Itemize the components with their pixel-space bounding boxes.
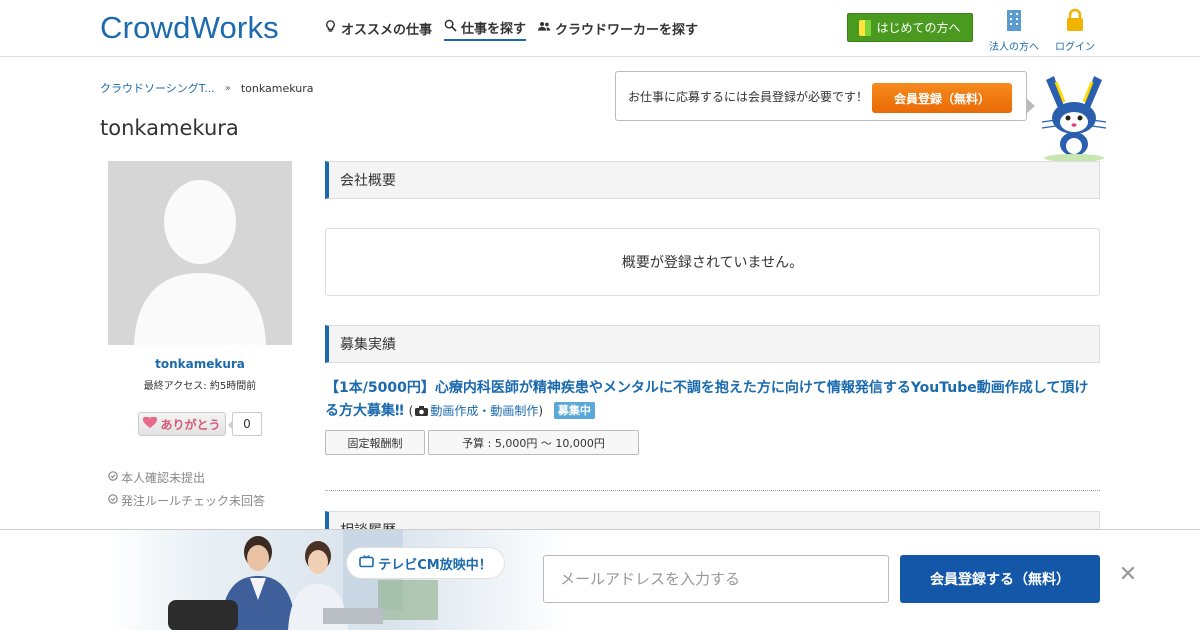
breadcrumb-parent-link[interactable]: クラウドソーシングT...: [100, 80, 215, 96]
identity-status: 本人確認未提出: [108, 466, 265, 488]
register-prompt: お仕事に応募するには会員登録が必要です！ 会員登録（無料）: [615, 71, 1035, 121]
avatar: [108, 161, 292, 345]
job-category-wrap: (動画作成・動画制作): [408, 404, 544, 418]
job-tags: 固定報酬制 予算 : 5,000円 〜 10,000円: [325, 430, 639, 455]
tv-icon: [359, 554, 375, 572]
thanks-label: ありがとう: [160, 417, 221, 432]
verification-status-list: 本人確認未提出 発注ルールチェック未回答: [108, 466, 265, 512]
thanks-widget: ありがとう 0: [138, 412, 262, 436]
status-badge: 募集中: [553, 402, 595, 419]
company-overview-heading: 会社概要: [325, 161, 1100, 199]
thanks-count: 0: [228, 412, 262, 436]
site-header: CrowdWorks オススメの仕事 仕事を探す クラウドワーカーを探す はじめ…: [0, 0, 1200, 57]
recruit-history-heading: 募集実績: [325, 325, 1100, 363]
thanks-button[interactable]: ありがとう: [138, 412, 226, 436]
heart-icon: [143, 415, 158, 432]
search-icon: [444, 19, 457, 36]
status-label: 本人確認未提出: [121, 470, 206, 485]
corporate-link[interactable]: 法人の方へ: [989, 8, 1039, 53]
login-label: ログイン: [1055, 42, 1095, 53]
last-access: 最終アクセス: 約5時間前: [143, 381, 257, 392]
breadcrumb: クラウドソーシングT... » tonkamekura: [100, 80, 314, 96]
users-icon: [538, 20, 551, 37]
status-label: 発注ルールチェック未回答: [121, 493, 266, 508]
email-input[interactable]: [543, 555, 889, 603]
register-prompt-text: お仕事に応募するには会員登録が必要です！: [628, 89, 869, 104]
chevron-right-icon: »: [224, 82, 231, 94]
overview-empty-message: 概要が登録されていません。: [325, 228, 1100, 296]
job-type-tag: 固定報酬制: [325, 430, 425, 455]
beginner-guide-button[interactable]: はじめての方へ: [847, 13, 973, 42]
signup-banner: テレビCM放映中！ 会員登録する（無料） ✕: [0, 529, 1200, 630]
beginner-mark-icon: [859, 19, 872, 36]
beginner-guide-label: はじめての方へ: [876, 21, 961, 35]
tv-cm-badge: テレビCM放映中！: [347, 548, 504, 578]
register-button[interactable]: 会員登録（無料）: [872, 83, 1012, 113]
section-divider: [325, 490, 1100, 491]
breadcrumb-current: tonkamekura: [240, 81, 314, 95]
default-user-icon: [134, 180, 266, 345]
check-circle-icon: [108, 470, 118, 484]
rabbit-mascot-icon: [1041, 76, 1107, 162]
order-rule-status: 発注ルールチェック未回答: [108, 489, 265, 511]
nav-recommended-jobs[interactable]: オススメの仕事: [324, 18, 432, 41]
crowdworks-logo[interactable]: CrowdWorks: [100, 10, 279, 46]
main-nav: オススメの仕事 仕事を探す クラウドワーカーを探す: [324, 18, 698, 41]
nav-find-jobs[interactable]: 仕事を探す: [444, 18, 527, 41]
job-listing: 【1本/5000円】心療内科医師が精神疾患やメンタルに不調を抱えた方に向けて情報…: [325, 377, 1100, 423]
nav-label: オススメの仕事: [341, 23, 433, 38]
corporate-label: 法人の方へ: [989, 42, 1039, 53]
camera-icon: [415, 406, 429, 416]
lightbulb-icon: [324, 20, 337, 37]
login-link[interactable]: ログイン: [1055, 8, 1095, 53]
building-icon: [1003, 8, 1025, 35]
job-category-link[interactable]: 動画作成・動画制作: [430, 404, 538, 418]
job-budget-tag: 予算 : 5,000円 〜 10,000円: [428, 430, 639, 455]
nav-find-workers[interactable]: クラウドワーカーを探す: [538, 18, 698, 41]
check-circle-icon: [108, 493, 118, 507]
signup-button[interactable]: 会員登録する（無料）: [900, 555, 1100, 603]
page-title: tonkamekura: [100, 116, 239, 140]
tv-cm-text: テレビCM放映中！: [378, 557, 492, 573]
tv-cm-photo: [108, 530, 568, 630]
office-people-illustration: [168, 530, 438, 630]
nav-label: クラウドワーカーを探す: [555, 23, 699, 38]
lock-icon: [1064, 8, 1086, 35]
profile-name-link[interactable]: tonkamekura: [108, 357, 292, 371]
close-icon[interactable]: ✕: [1117, 562, 1139, 587]
nav-label: 仕事を探す: [461, 22, 527, 37]
